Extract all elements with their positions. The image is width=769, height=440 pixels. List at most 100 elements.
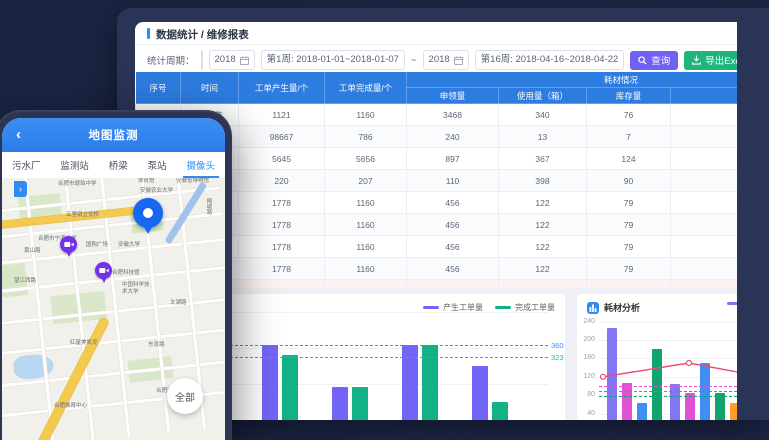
breadcrumb: 数据统计 / 维修报表 <box>156 27 249 42</box>
reference-line-label: 360 <box>551 341 564 350</box>
chart2-bar <box>730 403 737 420</box>
map-place-label: 五里墩立交桥 <box>66 212 99 219</box>
table-cell: 1160 <box>325 104 407 126</box>
table-cell: 5656 <box>325 148 407 170</box>
filter-bar: 统计周期： 年季月周日 2018 第1周: 2018-01-01~2018-01… <box>147 49 733 71</box>
table-cell: 3468 <box>407 104 499 126</box>
video-camera-icon <box>64 241 74 248</box>
query-button[interactable]: 查询 <box>630 51 678 70</box>
phone-mockup: ‹ 地图监测 污水厂监测站桥梁泵站摄像头 <box>0 110 232 440</box>
chart1-bar <box>352 387 368 420</box>
chart1-bar <box>332 387 348 420</box>
tab-泵站[interactable]: 泵站 <box>146 152 169 178</box>
table-cell: 1160 <box>325 214 407 236</box>
y-axis-tick-label: 40 <box>579 410 595 417</box>
table-cell: 1160 <box>325 192 407 214</box>
column-header: 工单完成量/个 <box>325 72 407 104</box>
week-range-to-input[interactable]: 第16周: 2018-04-16~2018-04-22 <box>475 50 625 70</box>
period-segmented-control: 年季月周日 <box>201 50 203 70</box>
chart2-bar <box>637 403 647 420</box>
table-cell: 1778 <box>239 214 325 236</box>
table-cell: 220 <box>239 170 325 192</box>
calendar-icon <box>240 56 249 65</box>
sub-column-header: 使用量（箱） <box>499 88 587 104</box>
table-cell: 67 <box>671 236 738 258</box>
table-cell: 79 <box>587 236 671 258</box>
column-header: 序号 <box>136 72 181 104</box>
gridline <box>599 377 737 378</box>
table-cell: 250 <box>671 104 738 126</box>
map-place-label: 中国科学技术大学 <box>122 282 152 295</box>
chart2-legend <box>727 302 737 305</box>
table-cell: 690 <box>671 126 738 148</box>
map-view[interactable]: 合肥市琥珀中学体育馆安徽农业大学安徽省博物馆五里墩立交桥桐城路合肥市宁溪小学国购… <box>2 178 225 440</box>
range-separator: ~ <box>411 55 417 66</box>
phone-header: ‹ 地图监测 <box>2 118 225 152</box>
table-cell: 122 <box>499 192 587 214</box>
table-cell: 122 <box>499 236 587 258</box>
table-cell: 7 <box>587 126 671 148</box>
chart1-bar <box>472 366 488 420</box>
y-axis-tick-label: 120 <box>579 373 595 380</box>
year-to-select[interactable]: 2018 <box>423 50 469 70</box>
table-cell: 67 <box>671 258 738 280</box>
chart2-bar <box>670 384 680 420</box>
map-place-label: 望江西路 <box>14 278 36 285</box>
phone-page-title: 地图监测 <box>2 127 225 143</box>
column-header: 时间 <box>181 72 239 104</box>
map-place-label: 安徽大学 <box>118 242 140 249</box>
y-axis-tick-label: 240 <box>579 318 595 325</box>
legend-swatch <box>727 302 737 305</box>
map-place-label: 太湖路 <box>170 300 187 307</box>
map-expand-button[interactable]: › <box>14 181 27 197</box>
gridline <box>599 340 737 341</box>
reference-line <box>599 391 737 392</box>
table-cell: 79 <box>587 214 671 236</box>
table-cell: 456 <box>407 258 499 280</box>
table-cell: 456 <box>407 214 499 236</box>
table-cell: 1121 <box>239 104 325 126</box>
table-cell: 786 <box>325 126 407 148</box>
camera-pin[interactable] <box>95 262 112 279</box>
map-place-label: 国购广场 <box>86 242 108 249</box>
y-axis-tick-label: 80 <box>579 391 595 398</box>
period-option-年[interactable]: 年 <box>202 51 203 69</box>
table-cell: 79 <box>587 192 671 214</box>
search-icon <box>638 56 647 65</box>
table-cell: 367 <box>499 148 587 170</box>
y-axis-tick-label: 200 <box>579 336 595 343</box>
reference-line <box>599 386 737 387</box>
export-excel-button[interactable]: 导出Excel <box>684 51 737 70</box>
column-header: 工单产生量/个 <box>239 72 325 104</box>
map-place-label: 安徽省博物馆 <box>176 178 209 185</box>
map-place-label: 桐城路 <box>205 198 212 215</box>
tab-摄像头[interactable]: 摄像头 <box>185 152 218 178</box>
table-cell: 1160 <box>325 236 407 258</box>
selected-camera-pin[interactable] <box>133 198 163 228</box>
chart1-bar <box>282 355 298 420</box>
table-cell: 122 <box>499 258 587 280</box>
camera-pin[interactable] <box>60 236 77 253</box>
table-cell: 456 <box>407 236 499 258</box>
y-axis-tick-label: 160 <box>579 354 595 361</box>
table-cell: 340 <box>499 104 587 126</box>
reference-line-label: 323 <box>551 353 564 362</box>
breadcrumb-row: 数据统计 / 维修报表 <box>135 22 737 45</box>
table-cell: 129 <box>671 148 738 170</box>
tab-监测站[interactable]: 监测站 <box>58 152 91 178</box>
tab-污水厂[interactable]: 污水厂 <box>10 152 43 178</box>
show-all-button[interactable]: 全部 <box>167 378 203 414</box>
pin-dot <box>143 208 153 218</box>
breadcrumb-accent-bar <box>147 28 150 39</box>
download-icon <box>692 55 701 65</box>
calendar-icon <box>454 56 463 65</box>
week-range-from-input[interactable]: 第1周: 2018-01-01~2018-01-07 <box>261 50 405 70</box>
table-cell: 240 <box>407 126 499 148</box>
year-from-select[interactable]: 2018 <box>209 50 255 70</box>
tab-桥梁[interactable]: 桥梁 <box>107 152 130 178</box>
phone-screen: ‹ 地图监测 污水厂监测站桥梁泵站摄像头 <box>2 118 225 440</box>
table-cell: 1778 <box>239 192 325 214</box>
map-place-label: 黄山路 <box>24 248 41 255</box>
sub-column-header: 库存量 <box>587 88 671 104</box>
table-cell: 67 <box>671 214 738 236</box>
